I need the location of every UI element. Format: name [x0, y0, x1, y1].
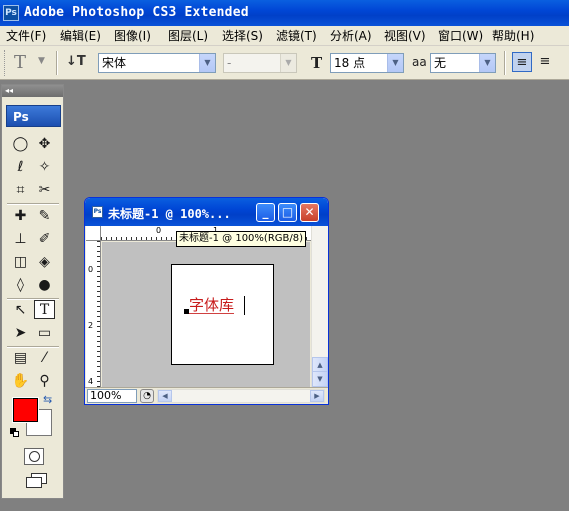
options-grip[interactable]	[4, 50, 7, 76]
screen-mode-icon[interactable]	[23, 471, 49, 491]
antialias-select[interactable]: 无 ▼	[430, 53, 496, 73]
photoshop-logo-icon: Ps	[3, 5, 19, 21]
brush-tool-icon[interactable]: ✎	[34, 207, 55, 226]
menu-file[interactable]: 文件(F)	[6, 28, 46, 44]
divider	[7, 346, 59, 348]
chevron-down-icon: ▼	[280, 54, 296, 72]
pasteboard[interactable]: 字体库	[102, 242, 310, 387]
eyedropper-tool-icon[interactable]: ⁄	[34, 349, 55, 368]
menu-help[interactable]: 帮助(H)	[492, 28, 534, 44]
separator	[504, 51, 506, 75]
menu-edit[interactable]: 编辑(E)	[60, 28, 101, 44]
lasso-tool-icon[interactable]: ℓ	[10, 158, 31, 177]
divider	[7, 203, 59, 205]
menu-image[interactable]: 图像(I)	[114, 28, 151, 44]
document-icon: Ps	[92, 206, 103, 218]
magic-wand-tool-icon[interactable]: ✧	[34, 158, 55, 177]
scroll-down-icon[interactable]: ▼	[312, 371, 328, 387]
menu-select[interactable]: 选择(S)	[222, 28, 263, 44]
ruler-origin[interactable]	[86, 226, 101, 241]
status-menu-icon[interactable]: ◔	[140, 389, 154, 403]
clone-stamp-tool-icon[interactable]: ⊥	[10, 230, 31, 249]
text-layer[interactable]: 字体库	[189, 297, 235, 314]
separator	[56, 51, 58, 75]
document-title-bar[interactable]: Ps 未标题-1 @ 100%... _ □ ✕	[85, 198, 328, 226]
tooltip: 未标题-1 @ 100%(RGB/8)	[176, 231, 307, 247]
font-family-select[interactable]: 宋体 ▼	[98, 53, 216, 73]
font-size-value: 18 点	[334, 56, 366, 70]
scroll-left-icon[interactable]: ◀	[158, 390, 172, 402]
align-center-icon[interactable]: ≡	[535, 52, 555, 72]
canvas[interactable]: 字体库	[171, 264, 274, 365]
menu-view[interactable]: 视图(V)	[384, 28, 426, 44]
maximize-button[interactable]: □	[278, 203, 297, 222]
font-style-select: - ▼	[223, 53, 297, 73]
blur-tool-icon[interactable]: ◊	[10, 276, 31, 295]
app-title-bar: Ps Adobe Photoshop CS3 Extended	[0, 0, 569, 26]
pen-tool-icon[interactable]: ↖	[10, 301, 31, 320]
chevron-down-icon[interactable]: ▼	[479, 54, 495, 72]
move-tool-icon[interactable]: ✥	[34, 135, 55, 154]
slice-tool-icon[interactable]: ✂	[34, 181, 55, 200]
font-style-value: -	[227, 56, 232, 70]
menu-analysis[interactable]: 分析(A)	[330, 28, 372, 44]
vertical-scrollbar[interactable]: ▲ ▼	[311, 226, 328, 387]
antialias-value: 无	[434, 56, 447, 70]
ruler-label: 0	[156, 226, 162, 235]
shape-tool-icon[interactable]: ▭	[34, 324, 55, 343]
scroll-right-icon[interactable]: ▶	[310, 390, 324, 402]
text-caret	[244, 296, 245, 315]
path-selection-tool-icon[interactable]: ➤	[10, 324, 31, 343]
tool-preset-picker-icon[interactable]: T	[14, 52, 26, 73]
font-family-value: 宋体	[102, 56, 127, 70]
notes-tool-icon[interactable]: ▤	[10, 349, 31, 368]
toolbox-collapse-icon[interactable]: ◂◂	[2, 85, 63, 97]
font-size-icon: T	[311, 54, 323, 72]
marquee-tool-icon[interactable]: ◯	[10, 135, 31, 154]
minimize-button[interactable]: _	[256, 203, 275, 222]
healing-brush-tool-icon[interactable]: ✚	[10, 207, 31, 226]
text-orientation-icon[interactable]: ↓T	[66, 54, 86, 69]
chevron-down-icon[interactable]: ▼	[199, 54, 215, 72]
zoom-field[interactable]: 100%	[87, 389, 137, 403]
ruler-label: 4	[88, 377, 94, 386]
document-title: 未标题-1 @ 100%...	[108, 207, 231, 221]
history-brush-tool-icon[interactable]: ✐	[34, 230, 55, 249]
quick-mask-icon[interactable]	[24, 448, 44, 465]
document-status-bar: 100% ◔ ◀ ▶	[85, 387, 328, 404]
swap-colors-icon[interactable]: ⇆	[43, 393, 52, 406]
paint-bucket-tool-icon[interactable]: ◈	[34, 253, 55, 272]
zoom-tool-icon[interactable]: ⚲	[34, 372, 55, 391]
toolbox-ps-badge[interactable]: Ps	[6, 105, 61, 127]
horizontal-scrollbar[interactable]: ◀ ▶	[157, 389, 325, 403]
hand-tool-icon[interactable]: ✋	[10, 372, 31, 391]
menu-filter[interactable]: 滤镜(T)	[276, 28, 317, 44]
align-left-icon[interactable]: ≡	[512, 52, 532, 72]
crop-tool-icon[interactable]: ⌗	[10, 181, 31, 200]
document-window: Ps 未标题-1 @ 100%... _ □ ✕ 0 1 0 2 4 字体库 ▲…	[84, 197, 329, 405]
menu-window[interactable]: 窗口(W)	[438, 28, 483, 44]
tool-preset-dropdown-icon[interactable]: ▼	[38, 56, 45, 66]
menu-bar: 文件(F) 编辑(E) 图像(I) 图层(L) 选择(S) 滤镜(T) 分析(A…	[0, 26, 569, 46]
menu-layer[interactable]: 图层(L)	[168, 28, 208, 44]
chevron-down-icon[interactable]: ▼	[387, 54, 403, 72]
toolbox: ◂◂ Ps ◯ ✥ ℓ ✧ ⌗ ✂ ✚ ✎ ⊥ ✐ ◫ ◈ ◊ ● ↖ T ➤ …	[1, 84, 64, 499]
close-button[interactable]: ✕	[300, 203, 319, 222]
dodge-tool-icon[interactable]: ●	[34, 276, 55, 295]
eraser-tool-icon[interactable]: ◫	[10, 253, 31, 272]
font-size-select[interactable]: 18 点 ▼	[330, 53, 404, 73]
foreground-color-swatch[interactable]	[12, 397, 39, 423]
type-tool-icon[interactable]: T	[34, 300, 55, 319]
default-colors-icon[interactable]	[10, 428, 20, 438]
vertical-ruler[interactable]: 0 2 4	[86, 241, 101, 387]
app-title: Adobe Photoshop CS3 Extended	[24, 5, 249, 20]
ruler-label: 0	[88, 265, 94, 274]
ruler-label: 2	[88, 321, 94, 330]
options-bar: T ▼ ↓T 宋体 ▼ - ▼ T 18 点 ▼ aa 无 ▼ ≡ ≡	[0, 46, 569, 80]
antialias-icon: aa	[412, 55, 427, 69]
